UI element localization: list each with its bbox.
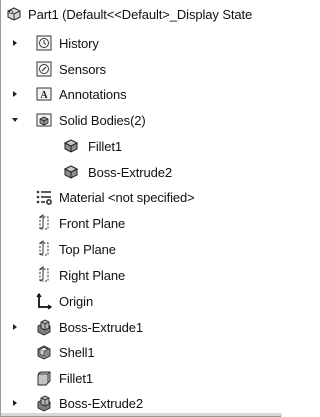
part-icon (4, 4, 24, 24)
tree-item-label: Front Plane (59, 215, 126, 231)
tree-item-sensors[interactable]: Sensors (1, 58, 282, 80)
tree-item-boss-extrude2[interactable]: Boss-Extrude2 (1, 392, 282, 414)
tree-item-label: Top Plane (59, 241, 116, 257)
expand-arrow-icon[interactable] (10, 398, 20, 408)
tree-item-material[interactable]: Material <not specified> (1, 186, 282, 208)
solid-body-icon (61, 136, 81, 156)
tree-item-boss-extrude1[interactable]: Boss-Extrude1 (1, 316, 282, 338)
tree-item-front-plane[interactable]: Front Plane (1, 212, 282, 234)
shell-icon (34, 342, 54, 362)
fillet-icon (34, 368, 54, 388)
expand-arrow-icon[interactable] (10, 322, 20, 332)
tree-item-label: Sensors (59, 61, 106, 77)
tree-item-label: Boss-Extrude1 (59, 319, 143, 335)
tree-item-label: Part1 (Default<<Default>_Display State (28, 6, 253, 22)
material-icon (34, 187, 54, 207)
collapse-arrow-icon[interactable] (10, 115, 20, 125)
tree-item-label: Fillet1 (59, 370, 93, 386)
tree-item-top-plane[interactable]: Top Plane (1, 238, 282, 260)
tree-item-label: Shell1 (59, 344, 95, 360)
solid-body-icon (61, 162, 81, 182)
tree-item-label: Solid Bodies(2) (59, 112, 146, 128)
tree-item-fillet1[interactable]: Fillet1 (1, 367, 282, 389)
tree-item-body-fillet1[interactable]: Fillet1 (1, 135, 282, 157)
plane-icon (34, 265, 54, 285)
tree-item-label: Boss-Extrude2 (59, 395, 143, 411)
feature-manager-tree: Part1 (Default<<Default>_Display State H… (0, 0, 282, 417)
plane-icon (34, 239, 54, 259)
plane-icon (34, 213, 54, 233)
origin-icon (34, 291, 54, 311)
expand-arrow-icon[interactable] (10, 38, 20, 48)
tree-item-label: History (59, 35, 99, 51)
annotations-icon: A (34, 84, 54, 104)
tree-item-label: Boss-Extrude2 (88, 164, 172, 180)
expand-arrow-icon[interactable] (10, 89, 20, 99)
solid-bodies-icon (34, 110, 54, 130)
tree-item-label: Material <not specified> (59, 189, 195, 205)
tree-item-history[interactable]: History (1, 32, 282, 54)
boss-extrude-icon (34, 317, 54, 337)
boss-extrude-icon (34, 393, 54, 413)
svg-text:A: A (40, 90, 48, 101)
tree-item-label: Origin (59, 293, 94, 309)
tree-item-label: Right Plane (59, 267, 126, 283)
history-icon (34, 33, 54, 53)
tree-item-right-plane[interactable]: Right Plane (1, 264, 282, 286)
divider (1, 413, 282, 416)
tree-item-annotations[interactable]: A Annotations (1, 83, 282, 105)
tree-item-label: Annotations (59, 86, 127, 102)
sensors-icon (34, 59, 54, 79)
tree-item-label: Fillet1 (88, 138, 122, 154)
tree-item-solid-bodies[interactable]: Solid Bodies(2) (1, 109, 282, 131)
tree-item-part1[interactable]: Part1 (Default<<Default>_Display State (1, 3, 282, 25)
tree-item-body-boss-extrude2[interactable]: Boss-Extrude2 (1, 161, 282, 183)
tree-item-shell1[interactable]: Shell1 (1, 341, 282, 363)
tree-item-origin[interactable]: Origin (1, 290, 282, 312)
